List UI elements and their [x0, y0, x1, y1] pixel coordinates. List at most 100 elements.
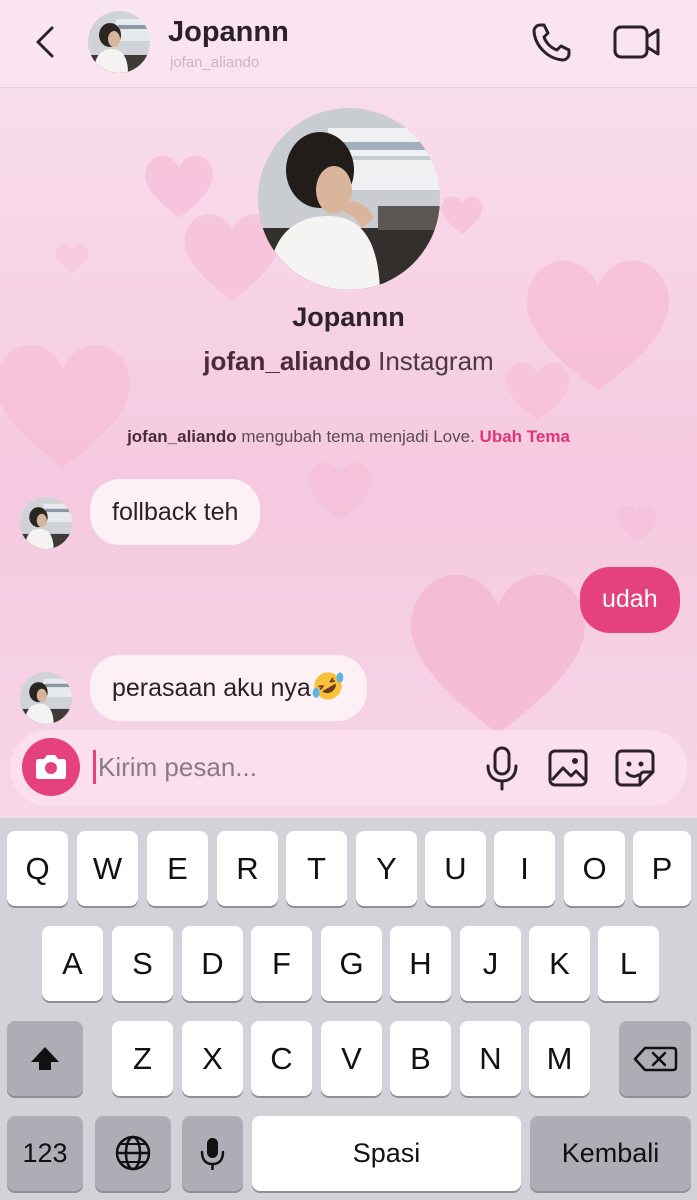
key-j[interactable]: J [460, 926, 521, 1001]
key-s[interactable]: S [112, 926, 173, 1001]
gallery-icon[interactable] [545, 744, 591, 792]
key-u[interactable]: U [425, 831, 486, 906]
key-l[interactable]: L [598, 926, 659, 1001]
key-label: 123 [22, 1138, 68, 1168]
key-p[interactable]: P [633, 831, 691, 906]
key-w[interactable]: W [77, 831, 138, 906]
change-theme-link[interactable]: Ubah Tema [480, 427, 570, 446]
key-g[interactable]: G [321, 926, 382, 1001]
key-label: R [236, 851, 259, 886]
key-label: P [651, 851, 673, 886]
theme-change-notice: jofan_aliando mengubah tema menjadi Love… [0, 427, 697, 447]
background-heart-icon [411, 574, 585, 734]
camera-icon [36, 755, 66, 779]
key-label: F [272, 946, 291, 981]
key-label: Kembali [561, 1138, 660, 1168]
camera-button[interactable] [22, 738, 80, 796]
phone-icon[interactable] [530, 20, 576, 64]
globe-key[interactable] [95, 1116, 171, 1191]
key-label: H [409, 946, 432, 981]
key-x[interactable]: X [182, 1021, 243, 1096]
key-label: U [444, 851, 467, 886]
key-label: Y [376, 851, 397, 886]
key-label: Q [25, 851, 50, 886]
background-heart-icon [0, 345, 131, 468]
chat-area: Jopannn jofan_aliando Jopannn jofan_alia… [0, 0, 697, 818]
key-y[interactable]: Y [356, 831, 417, 906]
dictation-key[interactable] [182, 1116, 243, 1191]
key-label: X [202, 1041, 223, 1076]
key-t[interactable]: T [286, 831, 347, 906]
key-label: Spasi [352, 1138, 421, 1168]
key-label: Z [133, 1041, 152, 1076]
background-heart-icon [441, 196, 483, 234]
key-label: E [167, 851, 188, 886]
numbers-key[interactable]: 123 [7, 1116, 83, 1191]
chat-header: Jopannn jofan_aliando [0, 0, 697, 88]
space-key[interactable]: Spasi [252, 1116, 521, 1191]
avatar[interactable] [88, 11, 150, 73]
notice-user: jofan_aliando [127, 427, 237, 446]
notice-text: mengubah tema menjadi Love. [241, 427, 475, 446]
key-f[interactable]: F [251, 926, 312, 1001]
key-label: K [549, 946, 570, 981]
key-label: D [201, 946, 224, 981]
key-label: L [619, 946, 638, 981]
key-e[interactable]: E [147, 831, 208, 906]
key-b[interactable]: B [390, 1021, 451, 1096]
key-label: G [339, 946, 364, 981]
sticker-icon[interactable] [612, 744, 658, 792]
message-bubble-incoming[interactable]: follback teh [90, 479, 261, 545]
globe-icon [115, 1135, 151, 1171]
rolling-on-floor-laughing-emoji-icon [312, 672, 344, 700]
video-camera-icon[interactable] [612, 20, 662, 64]
key-z[interactable]: Z [112, 1021, 173, 1096]
text-caret [93, 750, 96, 784]
profile-subtitle: jofan_aliando Instagram [0, 346, 697, 377]
profile-avatar[interactable] [258, 108, 440, 290]
key-label: W [92, 851, 123, 886]
back-arrow-icon[interactable] [30, 22, 62, 62]
message-bubble-outgoing[interactable]: udah [580, 567, 680, 633]
key-label: V [341, 1041, 362, 1076]
shift-arrow-icon [31, 1047, 59, 1070]
key-c[interactable]: C [251, 1021, 312, 1096]
backspace-icon [633, 1046, 678, 1072]
key-n[interactable]: N [460, 1021, 521, 1096]
key-o[interactable]: O [564, 831, 625, 906]
key-v[interactable]: V [321, 1021, 382, 1096]
message-composer [10, 730, 687, 806]
profile-name: Jopannn [292, 302, 405, 332]
key-a[interactable]: A [42, 926, 103, 1001]
key-h[interactable]: H [390, 926, 451, 1001]
microphone-icon [200, 1138, 225, 1170]
key-label: O [582, 851, 607, 886]
microphone-icon[interactable] [480, 744, 524, 792]
key-label: M [546, 1041, 573, 1076]
backspace-key[interactable] [619, 1021, 691, 1096]
key-m[interactable]: M [529, 1021, 590, 1096]
keyboard: Q W E R T Y U I O P A S D F G H J K L Z … [0, 818, 697, 1200]
header-handle: jofan_aliando [170, 54, 260, 71]
return-key[interactable]: Kembali [530, 1116, 691, 1191]
key-i[interactable]: I [494, 831, 555, 906]
key-q[interactable]: Q [7, 831, 68, 906]
message-bubble-incoming[interactable]: perasaan aku nya [90, 655, 367, 721]
key-label: I [520, 851, 529, 886]
key-label: N [479, 1041, 502, 1076]
key-d[interactable]: D [182, 926, 243, 1001]
key-r[interactable]: R [217, 831, 278, 906]
header-name[interactable]: Jopannn [168, 16, 289, 49]
key-label: J [482, 946, 499, 981]
shift-key[interactable] [7, 1021, 83, 1096]
avatar[interactable] [20, 497, 72, 549]
profile-handle[interactable]: jofan_aliando [203, 346, 371, 376]
key-label: A [62, 946, 83, 981]
message-text: perasaan aku nya [112, 674, 311, 702]
message-input[interactable] [98, 744, 458, 790]
avatar[interactable] [20, 672, 72, 724]
key-label: B [410, 1041, 431, 1076]
key-label: T [307, 851, 326, 886]
key-label: C [270, 1041, 293, 1076]
key-k[interactable]: K [529, 926, 590, 1001]
